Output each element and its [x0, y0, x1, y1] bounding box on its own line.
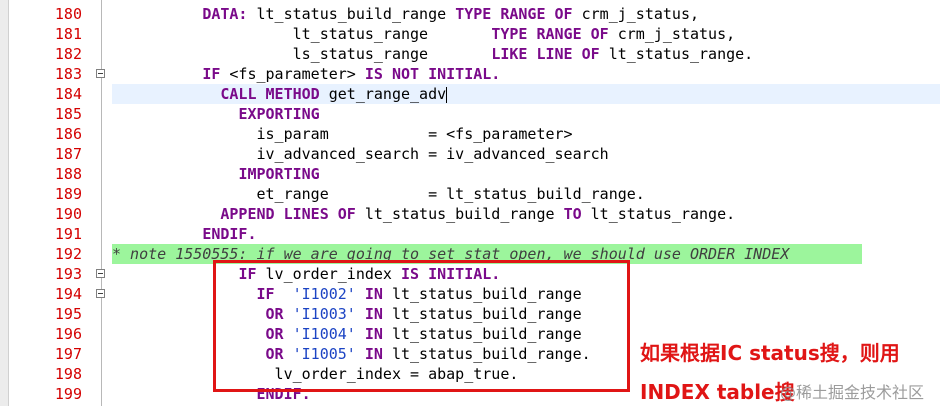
- keyword-token: TYPE RANGE OF: [455, 5, 573, 23]
- line-number: 185: [54, 105, 82, 123]
- keyword-token: CALL METHOD: [220, 85, 320, 103]
- line-number: 199: [54, 385, 82, 403]
- code-line[interactable]: 182 ls_status_range LIKE LINE OF lt_stat…: [0, 44, 940, 64]
- code-line[interactable]: 189 et_range = lt_status_build_range.: [0, 184, 940, 204]
- fold-collapse-icon[interactable]: [96, 69, 105, 78]
- keyword-token: IS NOT INITIAL.: [364, 65, 501, 83]
- code-text: is_param = <fs_parameter>: [112, 124, 940, 144]
- keyword-token: IF: [202, 65, 221, 83]
- code-line[interactable]: 180 DATA: lt_status_build_range TYPE RAN…: [0, 4, 940, 24]
- code-line[interactable]: 183 IF <fs_parameter> IS NOT INITIAL.: [0, 64, 940, 84]
- line-number: 193: [54, 265, 82, 283]
- code-token: get_range_adv: [319, 85, 447, 103]
- keyword-token: LIKE LINE OF: [491, 45, 600, 63]
- code-token: lt_status_build_range: [355, 205, 564, 223]
- keyword-token: TYPE RANGE OF: [491, 25, 609, 43]
- code-token: <fs_parameter>: [220, 65, 365, 83]
- line-number: 187: [54, 145, 82, 163]
- code-token: lt_status_range.: [581, 205, 736, 223]
- code-line[interactable]: 190 APPEND LINES OF lt_status_build_rang…: [0, 204, 940, 224]
- code-text: IF <fs_parameter> IS NOT INITIAL.: [112, 64, 940, 84]
- fold-collapse-icon[interactable]: [96, 269, 105, 278]
- code-line[interactable]: 191 ENDIF.: [0, 224, 940, 244]
- keyword-token: IMPORTING: [238, 165, 320, 183]
- code-line[interactable]: 188 IMPORTING: [0, 164, 940, 184]
- line-number: 183: [54, 65, 82, 83]
- line-number: 194: [54, 285, 82, 303]
- line-number: 195: [54, 305, 82, 323]
- annotation-line-2: INDEX table搜: [640, 380, 795, 404]
- line-number: 181: [54, 25, 82, 43]
- watermark-text: @稀土掘金技术社区: [780, 383, 925, 402]
- keyword-token: APPEND LINES OF: [220, 205, 356, 223]
- code-token: ls_status_range: [238, 45, 492, 63]
- line-number: 196: [54, 325, 82, 343]
- code-line[interactable]: 181 lt_status_range TYPE RANGE OF crm_j_…: [0, 24, 940, 44]
- line-number: 186: [54, 125, 82, 143]
- red-highlight-box: [213, 260, 630, 392]
- annotation-line-1: 如果根据IC status搜，则用: [640, 341, 900, 365]
- line-number: 190: [54, 205, 82, 223]
- line-number: 188: [54, 165, 82, 183]
- line-number: 191: [54, 225, 82, 243]
- code-text: EXPORTING: [112, 104, 940, 124]
- keyword-token: EXPORTING: [238, 105, 320, 123]
- code-text: APPEND LINES OF lt_status_build_range TO…: [112, 204, 940, 224]
- line-number: 197: [54, 345, 82, 363]
- code-text: ls_status_range LIKE LINE OF lt_status_r…: [112, 44, 940, 64]
- code-line[interactable]: 186 is_param = <fs_parameter>: [0, 124, 940, 144]
- code-line[interactable]: 184 CALL METHOD get_range_adv: [0, 84, 940, 104]
- line-number: 189: [54, 185, 82, 203]
- code-token: crm_j_status,: [572, 5, 700, 23]
- line-number: 182: [54, 45, 82, 63]
- keyword-token: TO: [563, 205, 582, 223]
- code-text: CALL METHOD get_range_adv: [112, 84, 940, 104]
- fold-collapse-icon[interactable]: [96, 289, 105, 298]
- keyword-token: ENDIF.: [202, 225, 257, 243]
- line-number: 198: [54, 365, 82, 383]
- code-text: iv_advanced_search = iv_advanced_search: [112, 144, 940, 164]
- code-token: lt_status_build_range: [247, 5, 456, 23]
- line-number: 184: [54, 85, 82, 103]
- code-token: is_param = <fs_parameter>: [202, 125, 573, 143]
- code-token: iv_advanced_search = iv_advanced_search: [202, 145, 609, 163]
- code-text: DATA: lt_status_build_range TYPE RANGE O…: [112, 4, 940, 24]
- code-token: crm_j_status,: [608, 25, 736, 43]
- code-token: lt_status_range: [238, 25, 492, 43]
- code-text: et_range = lt_status_build_range.: [112, 184, 940, 204]
- code-text: IMPORTING: [112, 164, 940, 184]
- code-text: lt_status_range TYPE RANGE OF crm_j_stat…: [112, 24, 940, 44]
- code-line[interactable]: 185 EXPORTING: [0, 104, 940, 124]
- code-token: et_range = lt_status_build_range.: [202, 185, 645, 203]
- code-text: ENDIF.: [112, 224, 940, 244]
- code-token: lt_status_range.: [599, 45, 754, 63]
- keyword-token: DATA:: [202, 5, 248, 23]
- code-line[interactable]: 187 iv_advanced_search = iv_advanced_sea…: [0, 144, 940, 164]
- line-number: 180: [54, 5, 82, 23]
- text-cursor: [446, 86, 448, 103]
- line-number: 192: [54, 245, 82, 263]
